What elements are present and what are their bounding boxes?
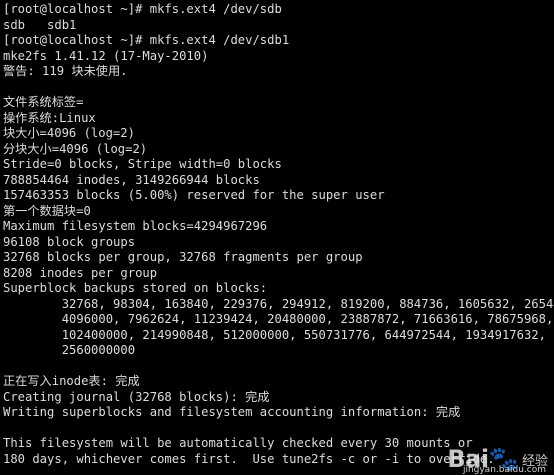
terminal-line: 32768 blocks per group, 32768 fragments … — [3, 250, 363, 264]
terminal-line: 文件系统标签= — [3, 95, 84, 109]
terminal-line: 8208 inodes per group — [3, 265, 158, 280]
terminal-line: Maximum filesystem blocks=4294967296 — [3, 219, 268, 233]
terminal-line: 分块大小=4096 (log=2) — [3, 141, 148, 156]
terminal-line: [root@localhost ~]# mkfs.ext4 /dev/sdb — [3, 2, 282, 16]
terminal-line: sdb sdb1 — [3, 17, 77, 32]
terminal-line: Superblock backups stored on blocks: — [3, 281, 268, 295]
terminal-line: 正在写入inode表: 完成 — [3, 374, 140, 388]
terminal-line: mke2fs 1.41.12 (17-May-2010) — [3, 48, 209, 63]
terminal-line: 警告: 119 块未使用. — [3, 64, 128, 78]
terminal-line: Writing superblocks and filesystem accou… — [3, 405, 461, 419]
terminal-line: [root@localhost ~]# mkfs.ext4 /dev/sdb1 — [3, 33, 290, 47]
terminal-line: 操作系统:Linux — [3, 110, 96, 125]
terminal-line: 96108 block groups — [3, 234, 136, 249]
terminal-line: 102400000, 214990848, 512000000, 5507317… — [3, 327, 546, 342]
terminal-line: 788854464 inodes, 3149266944 blocks — [3, 172, 260, 187]
terminal-line: 第一个数据块=0 — [3, 203, 91, 218]
terminal-line: 2560000000 — [3, 343, 136, 357]
terminal-line: 32768, 98304, 163840, 229376, 294912, 81… — [3, 296, 554, 311]
watermark-url: jingyan.baidu.com — [462, 465, 546, 475]
terminal-line: Creating journal (32768 blocks): 完成 — [3, 389, 270, 404]
terminal-line: 块大小=4096 (log=2) — [3, 126, 135, 140]
terminal-window[interactable]: [root@localhost ~]# mkfs.ext4 /dev/sdb s… — [0, 0, 554, 475]
terminal-line: Stride=0 blocks, Stripe width=0 blocks — [3, 157, 282, 171]
terminal-line: 4096000, 7962624, 11239424, 20480000, 23… — [3, 312, 554, 326]
terminal-line: 157463353 blocks (5.00%) reserved for th… — [3, 188, 385, 202]
